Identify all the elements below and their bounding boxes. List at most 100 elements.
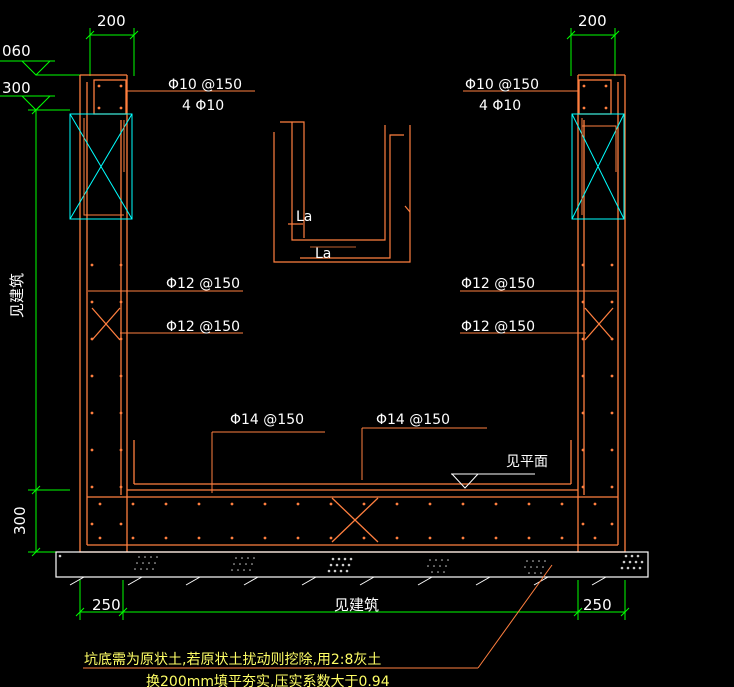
bedding-speckle (345, 569, 349, 573)
bedding-speckle (233, 563, 235, 565)
bedding-speckle (245, 563, 247, 565)
bedding-speckle (439, 565, 441, 567)
bedding-speckle (636, 554, 640, 558)
rebar-dot (428, 536, 432, 540)
rebar-dot (119, 411, 123, 415)
rebar-dot (119, 337, 123, 341)
rebar-dot (197, 502, 201, 506)
rebar-dot (560, 536, 564, 540)
bedding-speckle (532, 560, 534, 562)
bedding-speckle (626, 566, 630, 570)
rebar-dot (90, 411, 94, 415)
rebar-top-left-stirrup: Φ10 @150 (168, 77, 242, 93)
dim-bottom-right-width: 250 (583, 596, 612, 614)
bedding-speckle (544, 560, 546, 562)
dim-bottom-center: 见建筑 (334, 596, 379, 614)
rebar-left-wall-inner: Φ12 @150 (166, 319, 240, 335)
dim-top-right-width: 200 (578, 12, 607, 30)
rebar-dot (610, 411, 614, 415)
bedding-speckle (640, 560, 644, 564)
floor-level-marker (451, 473, 535, 489)
lap-label-vertical: La (296, 209, 312, 225)
bedding-speckle (638, 566, 642, 570)
bedding-speckle (526, 560, 528, 562)
bedding-speckle (337, 557, 341, 561)
rebar-dot (527, 536, 531, 540)
bedding-speckle (435, 559, 437, 561)
rebar-dot (610, 374, 614, 378)
bedding-speckle (329, 563, 333, 567)
bedding-speckle (534, 572, 536, 574)
rebar-dot (197, 536, 201, 540)
bedding-speckle (528, 572, 530, 574)
earth-hatch (69, 576, 607, 586)
bedding-speckle (341, 563, 345, 567)
bedding-speckle (231, 569, 233, 571)
rebar-dot (610, 522, 614, 526)
bedding-speckle (152, 568, 154, 570)
bedding-speckle (427, 565, 429, 567)
rebar-dot (581, 522, 585, 526)
bedding-speckle (622, 560, 626, 564)
bedding-speckle (624, 554, 628, 558)
rebar-dot (230, 502, 234, 506)
bedding-speckle (136, 562, 138, 564)
rebar-dot (582, 84, 586, 88)
rebar-dot (362, 536, 366, 540)
rebar-dot (164, 536, 168, 540)
floor-level-label: 见平面 (506, 454, 548, 470)
bedding-speckle (241, 557, 243, 559)
rebar-dot (610, 263, 614, 267)
rebar-dot (97, 106, 101, 110)
rebar-dot (581, 485, 585, 489)
bedding-speckle (148, 562, 150, 564)
rebar-dots (90, 84, 614, 540)
rebar-base-left: Φ14 @150 (230, 412, 304, 428)
lap-detail (273, 121, 411, 263)
rebar-dot (329, 502, 333, 506)
dim-level-2: 300 (2, 79, 31, 97)
bedding-speckle (327, 569, 331, 573)
bedding-speckle (632, 566, 636, 570)
rebar-dot (593, 502, 597, 506)
bedding-speckle (156, 556, 158, 558)
rebar-right-wall-outer: Φ12 @150 (461, 276, 535, 292)
dim-level-1: 060 (2, 42, 31, 60)
bedding-speckle (441, 559, 443, 561)
rebar-dot (119, 106, 123, 110)
bedding-speckle (237, 569, 239, 571)
rebar-dot (610, 337, 614, 341)
bedding-speckle (150, 556, 152, 558)
rebar-dot (494, 536, 498, 540)
bedding-speckle (243, 569, 245, 571)
bedding-speckle (630, 554, 634, 558)
bedding-speckle (542, 566, 544, 568)
rebar-dot (90, 522, 94, 526)
bedding-speckle (443, 571, 445, 573)
rebar-dot (581, 448, 585, 452)
rebar-dot (582, 106, 586, 110)
rebar-dot (230, 536, 234, 540)
rebar-dot (604, 106, 608, 110)
bedding-layer (55, 551, 649, 578)
rebar-top-right-stirrup: Φ10 @150 (465, 77, 539, 93)
rebar-dot (90, 337, 94, 341)
rebar-dot (119, 300, 123, 304)
rebar-dot (131, 536, 135, 540)
section-drawing: La La 见平面 200 200 060 300 见建筑 300 250 见建… (0, 12, 649, 687)
bedding-speckle (538, 560, 540, 562)
bedding-speckle (134, 568, 136, 570)
bedding-speckle (347, 563, 351, 567)
dim-bottom-left-height: 300 (11, 506, 29, 535)
rebar-dot (610, 300, 614, 304)
rebar-dot (581, 263, 585, 267)
rebar-dot (604, 84, 608, 88)
bedding-speckle (239, 563, 241, 565)
rebar-dot (263, 536, 267, 540)
bedding-speckle (339, 569, 343, 573)
rebar-dot (90, 374, 94, 378)
lap-label-horizontal: La (315, 246, 331, 262)
rebar-dot (428, 502, 432, 506)
bedding-speckle (140, 568, 142, 570)
bedding-speckle (349, 557, 353, 561)
